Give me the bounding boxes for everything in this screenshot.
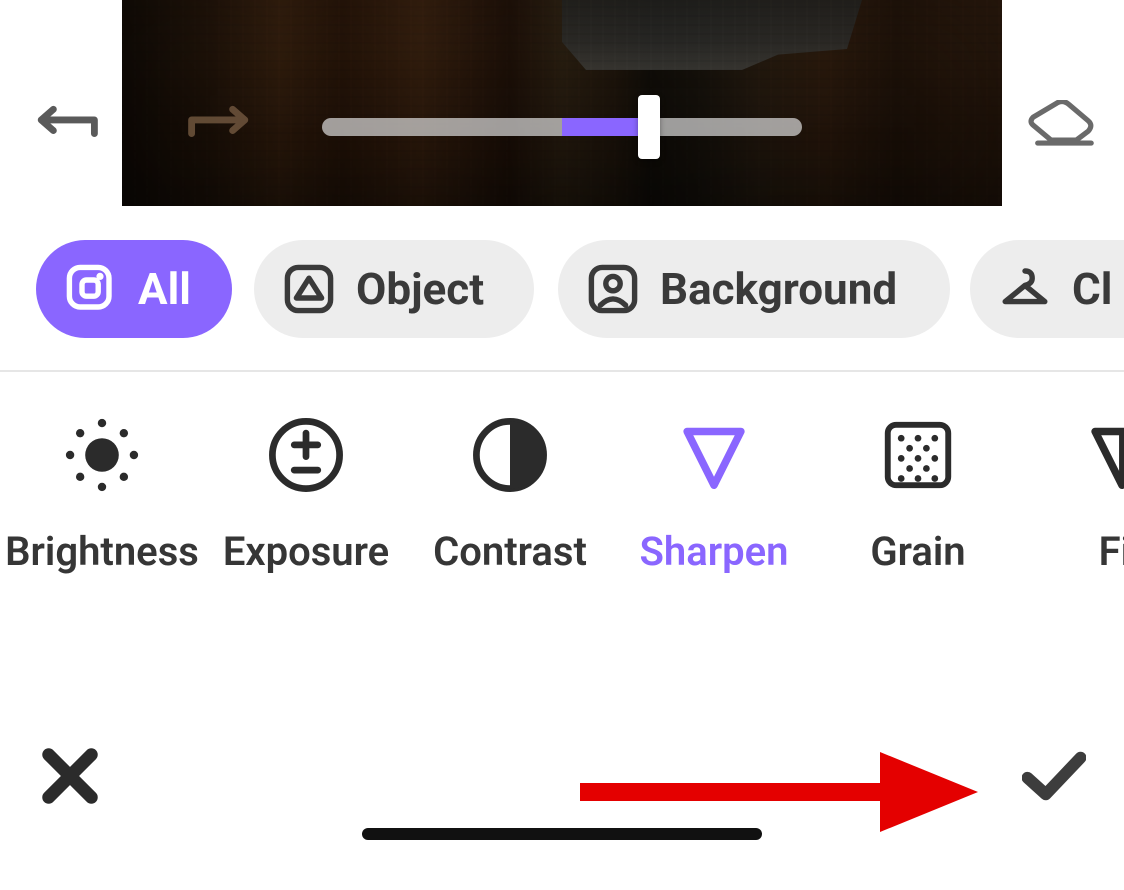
preview-area bbox=[0, 0, 1124, 206]
cancel-button[interactable] bbox=[28, 734, 112, 818]
target-pill-background[interactable]: Background bbox=[558, 240, 950, 338]
adjust-tools-row: Brightness Exposure Contrast Sharpen bbox=[0, 410, 1124, 690]
exposure-icon bbox=[264, 413, 348, 497]
slider-thumb[interactable] bbox=[638, 95, 660, 159]
target-label: Object bbox=[356, 263, 484, 315]
redo-button[interactable] bbox=[180, 98, 264, 154]
brightness-icon bbox=[60, 413, 144, 497]
person-icon bbox=[586, 261, 640, 317]
tool-label: Fir bbox=[1020, 528, 1124, 575]
check-icon bbox=[1022, 744, 1086, 808]
tool-sharpen[interactable]: Sharpen bbox=[612, 410, 816, 575]
target-pill-all[interactable]: All bbox=[36, 240, 232, 338]
home-indicator bbox=[362, 828, 762, 840]
tool-label: Brightness bbox=[0, 528, 204, 575]
confirm-button[interactable] bbox=[1012, 734, 1096, 818]
target-label: Background bbox=[660, 263, 897, 315]
tool-label: Grain bbox=[816, 528, 1020, 575]
eraser-icon bbox=[1022, 100, 1098, 152]
grain-icon bbox=[876, 413, 960, 497]
tool-brightness[interactable]: Brightness bbox=[0, 410, 204, 575]
tool-exposure[interactable]: Exposure bbox=[204, 410, 408, 575]
eraser-button[interactable] bbox=[1018, 98, 1102, 154]
section-divider bbox=[0, 370, 1124, 372]
layers-icon bbox=[64, 261, 118, 317]
target-pill-object[interactable]: Object bbox=[254, 240, 534, 338]
contrast-icon bbox=[468, 413, 552, 497]
tool-fine-detail[interactable]: Fir bbox=[1020, 410, 1124, 575]
tool-grain[interactable]: Grain bbox=[816, 410, 1020, 575]
undo-button[interactable] bbox=[22, 98, 106, 154]
tool-label: Exposure bbox=[204, 528, 408, 575]
sharpen-icon bbox=[672, 413, 756, 497]
adjust-slider[interactable] bbox=[322, 118, 802, 136]
target-pill-clothes[interactable]: Cl bbox=[970, 240, 1124, 338]
annotation-arrow bbox=[580, 746, 980, 838]
target-pill-row: All Object Background Cl bbox=[0, 206, 1124, 370]
close-icon bbox=[38, 744, 102, 808]
target-label: All bbox=[138, 263, 191, 315]
target-label: Cl bbox=[1072, 263, 1112, 315]
tool-contrast[interactable]: Contrast bbox=[408, 410, 612, 575]
entity-icon bbox=[282, 261, 336, 317]
tool-label: Contrast bbox=[408, 528, 612, 575]
hanger-icon bbox=[998, 261, 1052, 317]
bottom-bar bbox=[0, 690, 1124, 870]
tool-label: Sharpen bbox=[612, 528, 816, 575]
undo-icon bbox=[26, 100, 102, 152]
fine-detail-icon bbox=[1080, 413, 1124, 497]
redo-icon bbox=[184, 100, 260, 152]
